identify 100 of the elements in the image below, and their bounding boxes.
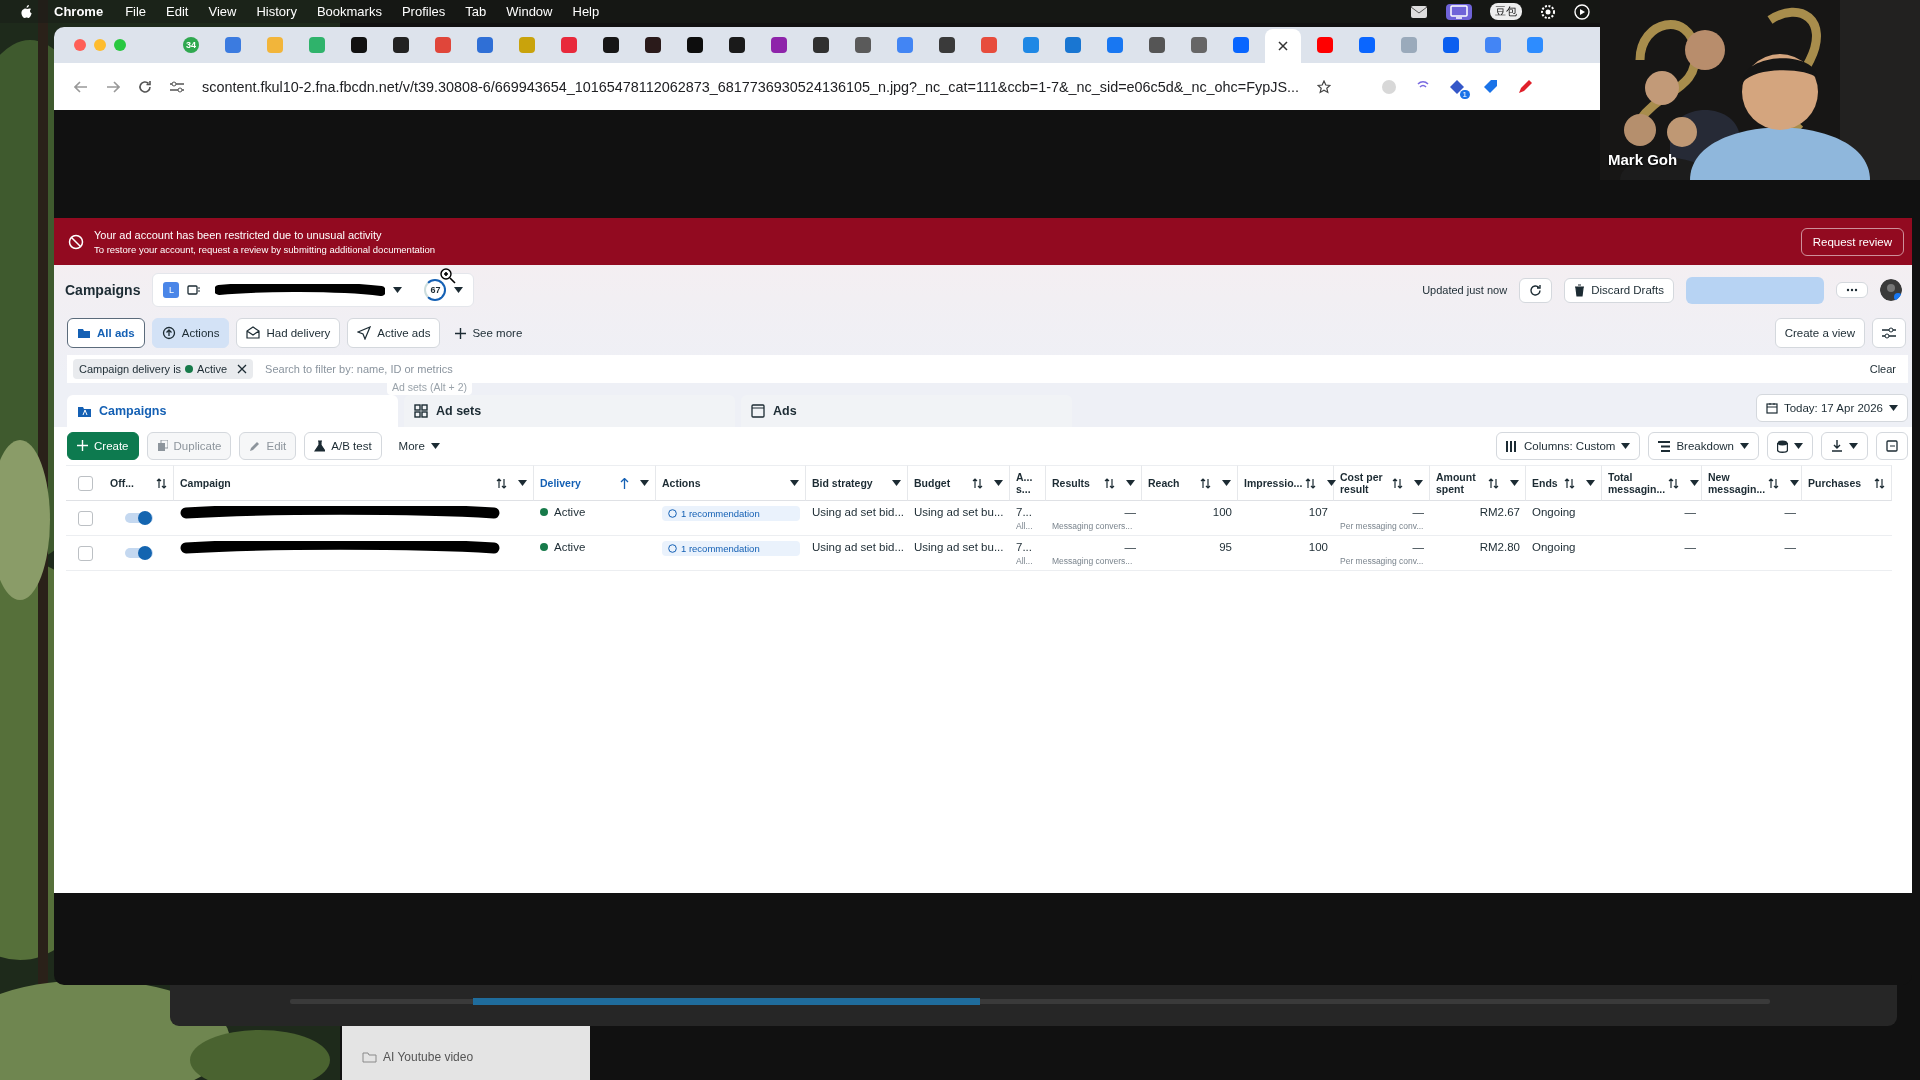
column-header[interactable]: Purchases bbox=[1802, 465, 1892, 501]
column-header[interactable]: Amount spent bbox=[1430, 465, 1526, 501]
view-tab[interactable]: Actions bbox=[151, 318, 230, 348]
account-selector[interactable]: L 67 bbox=[152, 273, 475, 307]
caret-icon bbox=[1889, 405, 1898, 411]
breakdown-button[interactable]: Breakdown bbox=[1648, 432, 1759, 460]
column-header[interactable]: Impressio... bbox=[1238, 465, 1334, 501]
cell-note: Per messaging conv... bbox=[1340, 521, 1424, 531]
caret-icon bbox=[454, 287, 464, 293]
checkbox[interactable] bbox=[77, 475, 93, 491]
view-tab[interactable]: Active ads bbox=[347, 318, 441, 348]
more-button[interactable] bbox=[1836, 282, 1868, 298]
caret-icon bbox=[393, 287, 403, 293]
refresh-button[interactable] bbox=[1519, 277, 1553, 303]
export-button[interactable] bbox=[1821, 432, 1868, 460]
close-icon[interactable] bbox=[1278, 41, 1288, 51]
view-tab[interactable]: All ads bbox=[67, 318, 145, 348]
sort-icon bbox=[972, 477, 983, 489]
checkbox[interactable] bbox=[77, 510, 93, 526]
column-header[interactable]: Cost per result bbox=[1334, 465, 1430, 501]
app-menu[interactable]: Chrome bbox=[42, 4, 116, 19]
alert-message: To restore your account, request a review by submitting additional documentation bbox=[94, 243, 436, 255]
column-header[interactable]: Off... bbox=[104, 465, 174, 501]
extension-icon[interactable] bbox=[1449, 78, 1465, 95]
gear-icon[interactable] bbox=[1540, 3, 1556, 20]
close-icon[interactable] bbox=[237, 364, 248, 374]
toolbar-button[interactable]: A/B test bbox=[304, 432, 382, 460]
menu-item[interactable]: Tab bbox=[455, 4, 497, 19]
discard-drafts-button[interactable]: Discard Drafts bbox=[1564, 277, 1674, 303]
caret-icon bbox=[1586, 480, 1595, 486]
menu-item[interactable]: History bbox=[246, 4, 307, 19]
caret-icon bbox=[1740, 443, 1749, 449]
column-header[interactable]: Actions bbox=[656, 465, 806, 501]
status-badge[interactable]: 豆包 bbox=[1490, 3, 1522, 20]
column-header[interactable]: Results bbox=[1046, 465, 1142, 501]
table-cell-text: RM2.67 bbox=[1478, 506, 1520, 518]
view-tab[interactable]: Had delivery bbox=[236, 318, 341, 348]
column-header[interactable]: A... s... bbox=[1010, 465, 1046, 501]
date-range-button[interactable]: Today: 17 Apr 2026 bbox=[1755, 394, 1908, 422]
panel-button[interactable] bbox=[1876, 432, 1908, 460]
address-bar[interactable]: scontent.fkul10-2.fna.fbcdn.net/v/t39.30808-6/669943654_10165478112062873_6817736930524136105_n.jpg?_nc_cat=111&ccb=1-7&_nc_sid=e06c5d&_nc_ohc=FypJS... bbox=[202, 78, 1299, 95]
table-cell: Using ad set bu... bbox=[914, 541, 1004, 553]
forward-icon[interactable] bbox=[106, 80, 120, 93]
menu-item[interactable]: View bbox=[198, 4, 247, 19]
column-header[interactable]: Budget bbox=[908, 465, 1010, 501]
reload-icon[interactable] bbox=[138, 79, 152, 94]
column-header[interactable]: Bid strategy bbox=[806, 465, 908, 501]
site-settings-icon[interactable] bbox=[170, 80, 184, 93]
delivery-status: Active bbox=[554, 541, 586, 553]
menu-item[interactable]: Edit bbox=[156, 4, 199, 19]
sort-icon bbox=[496, 477, 507, 489]
toggle-switch[interactable] bbox=[125, 510, 153, 526]
column-header[interactable]: Delivery bbox=[534, 465, 656, 501]
column-header[interactable]: Total messagin... bbox=[1602, 465, 1702, 501]
menu-item[interactable]: Bookmarks bbox=[306, 4, 392, 19]
toolbar-button[interactable]: Create bbox=[67, 432, 139, 460]
table-cell-text: — bbox=[1123, 506, 1136, 518]
calendar-icon bbox=[1765, 402, 1778, 414]
filter-chip[interactable]: Campaign delivery is Active bbox=[73, 359, 254, 379]
see-more-button[interactable]: See more bbox=[447, 327, 531, 339]
clear-button[interactable]: Clear bbox=[1863, 362, 1902, 376]
screen-share-icon[interactable] bbox=[1450, 4, 1468, 19]
update-status: Updated just now bbox=[1422, 284, 1508, 296]
create-view-button[interactable]: Create a view bbox=[1774, 318, 1865, 348]
bookmark-star-icon[interactable] bbox=[1317, 79, 1331, 94]
reports-button[interactable] bbox=[1767, 432, 1813, 460]
column-header[interactable]: Campaign bbox=[174, 465, 534, 501]
tag-icon[interactable] bbox=[1483, 78, 1499, 95]
checkbox[interactable] bbox=[77, 545, 93, 561]
caret-icon bbox=[1849, 443, 1858, 449]
columns-icon bbox=[1506, 440, 1519, 452]
database-icon bbox=[1777, 439, 1788, 453]
recommendation-badge[interactable]: 1 recommendation bbox=[662, 541, 800, 556]
delivery-status: Active bbox=[554, 506, 586, 518]
close-window-button[interactable] bbox=[74, 39, 86, 51]
caret-icon bbox=[1222, 480, 1231, 486]
pen-icon[interactable] bbox=[1517, 78, 1533, 95]
cell-note: All... bbox=[1016, 556, 1034, 566]
menu-item[interactable]: Profiles bbox=[391, 4, 456, 19]
toolbar-button[interactable]: More bbox=[389, 432, 449, 460]
request-review-button[interactable]: Request review bbox=[1800, 227, 1904, 256]
column-header[interactable]: New messagin... bbox=[1702, 465, 1802, 501]
mail-icon[interactable] bbox=[1410, 4, 1428, 19]
avatar[interactable] bbox=[1880, 279, 1902, 301]
menu-item[interactable]: File bbox=[115, 4, 157, 19]
column-header[interactable]: Ends bbox=[1526, 465, 1602, 501]
menu-item[interactable]: Window bbox=[496, 4, 563, 19]
back-icon[interactable] bbox=[74, 80, 88, 93]
menu-item[interactable]: Help bbox=[562, 4, 610, 19]
folder-name[interactable]: AI Youtube video bbox=[383, 1050, 474, 1064]
toggle-switch[interactable] bbox=[125, 545, 153, 561]
level-tab[interactable]: Campaigns bbox=[67, 395, 398, 427]
column-header[interactable]: Reach bbox=[1142, 465, 1238, 501]
recommendation-badge[interactable]: 1 recommendation bbox=[662, 506, 800, 521]
table-cell-text: 7... bbox=[1016, 541, 1033, 553]
play-icon[interactable] bbox=[1574, 3, 1590, 20]
view-settings-button[interactable] bbox=[1872, 318, 1906, 348]
copy-icon bbox=[156, 440, 168, 452]
columns-button[interactable]: Columns: Custom bbox=[1496, 432, 1641, 460]
search-field[interactable]: Search to filter by: name, ID or metrics bbox=[263, 362, 528, 376]
